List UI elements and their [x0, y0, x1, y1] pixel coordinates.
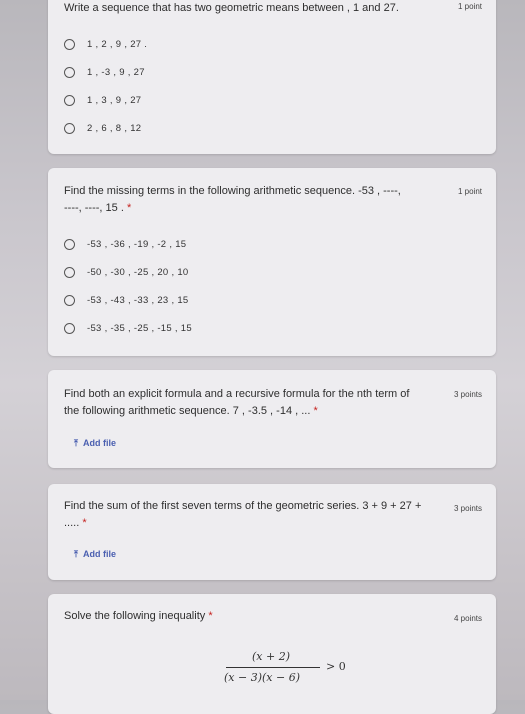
- question-card-2: Find the missing terms in the following …: [48, 168, 496, 356]
- option-1[interactable]: -53 , -36 , -19 , -2 , 15: [64, 236, 186, 252]
- points-label: 3 points: [453, 390, 482, 399]
- option-label: 1 , -3 , 9 , 27: [87, 66, 145, 78]
- option-label: 1 , 3 , 9 , 27: [87, 94, 142, 106]
- required-asterisk: *: [126, 202, 132, 214]
- fraction-numerator: (x + 2): [252, 650, 290, 663]
- radio-button[interactable]: [64, 266, 75, 278]
- option-label: -53 , -35 , -25 , -15 , 15: [87, 322, 192, 334]
- fraction-denominator: (x − 3)(x − 6): [224, 671, 300, 684]
- question-card-1: Write a sequence that has two geometric …: [48, 0, 496, 154]
- question-line-2: ----, ----, 15 .: [64, 202, 124, 214]
- question-line-1: Find both an explicit formula and a recu…: [64, 388, 410, 400]
- question-line-2: the following arithmetic sequence. 7 , -…: [64, 405, 314, 417]
- points-label: 4 points: [453, 614, 482, 623]
- option-2[interactable]: 1 , -3 , 9 , 27: [64, 64, 145, 80]
- add-file-button[interactable]: ⤒ Add file: [62, 430, 128, 456]
- option-3[interactable]: 1 , 3 , 9 , 27: [64, 92, 141, 108]
- upload-icon: ⤒: [74, 548, 78, 559]
- inequality-expression: (x + 2) (x − 3)(x − 6) > 0: [224, 650, 364, 690]
- question-line-1: Find the sum of the first seven terms of…: [64, 500, 422, 512]
- question-text: Find the sum of the first seven terms of…: [64, 498, 444, 532]
- question-line: Solve the following inequality: [64, 610, 206, 622]
- required-asterisk: *: [82, 517, 87, 529]
- required-asterisk: *: [208, 610, 213, 622]
- fraction-bar: [226, 667, 320, 668]
- question-text: Find the missing terms in the following …: [64, 183, 444, 217]
- points-label: 1 point: [457, 187, 482, 196]
- question-card-4: Find the sum of the first seven terms of…: [48, 484, 496, 580]
- radio-button[interactable]: [64, 238, 75, 250]
- option-4[interactable]: 2 , 6 , 8 , 12: [64, 120, 141, 136]
- points-label: 1 point: [457, 2, 482, 11]
- question-card-3: Find both an explicit formula and a recu…: [48, 370, 496, 468]
- radio-button[interactable]: [64, 294, 75, 306]
- radio-button[interactable]: [64, 66, 75, 78]
- question-text: Solve the following inequality *: [64, 608, 213, 625]
- question-text: Find both an explicit formula and a recu…: [64, 386, 439, 420]
- question-line-1: Find the missing terms in the following …: [64, 185, 401, 197]
- option-1[interactable]: 1 , 2 , 9 , 27 .: [64, 36, 147, 52]
- option-4[interactable]: -53 , -35 , -25 , -15 , 15: [64, 320, 192, 336]
- option-label: 1 , 2 , 9 , 27 .: [87, 38, 148, 50]
- option-label: -50 , -30 , -25 , 20 , 10: [87, 266, 189, 278]
- inequality-relation: > 0: [326, 660, 346, 673]
- add-file-label: Add file: [82, 438, 116, 448]
- required-asterisk: *: [313, 405, 318, 417]
- radio-button[interactable]: [64, 94, 75, 106]
- option-3[interactable]: -53 , -43 , -33 , 23 , 15: [64, 292, 189, 308]
- question-text: Write a sequence that has two geometric …: [64, 2, 399, 14]
- add-file-button[interactable]: ⤒ Add file: [62, 541, 128, 567]
- radio-button[interactable]: [64, 38, 75, 50]
- option-label: 2 , 6 , 8 , 12: [87, 122, 142, 134]
- add-file-label: Add file: [82, 549, 116, 559]
- radio-button[interactable]: [64, 322, 75, 334]
- question-line-2: .....: [64, 517, 80, 529]
- question-card-5: Solve the following inequality * 4 point…: [48, 594, 496, 714]
- upload-icon: ⤒: [74, 437, 78, 448]
- option-label: -53 , -43 , -33 , 23 , 15: [87, 294, 189, 306]
- option-label: -53 , -36 , -19 , -2 , 15: [87, 238, 187, 250]
- points-label: 3 points: [453, 504, 482, 513]
- radio-button[interactable]: [64, 122, 75, 134]
- option-2[interactable]: -50 , -30 , -25 , 20 , 10: [64, 264, 189, 280]
